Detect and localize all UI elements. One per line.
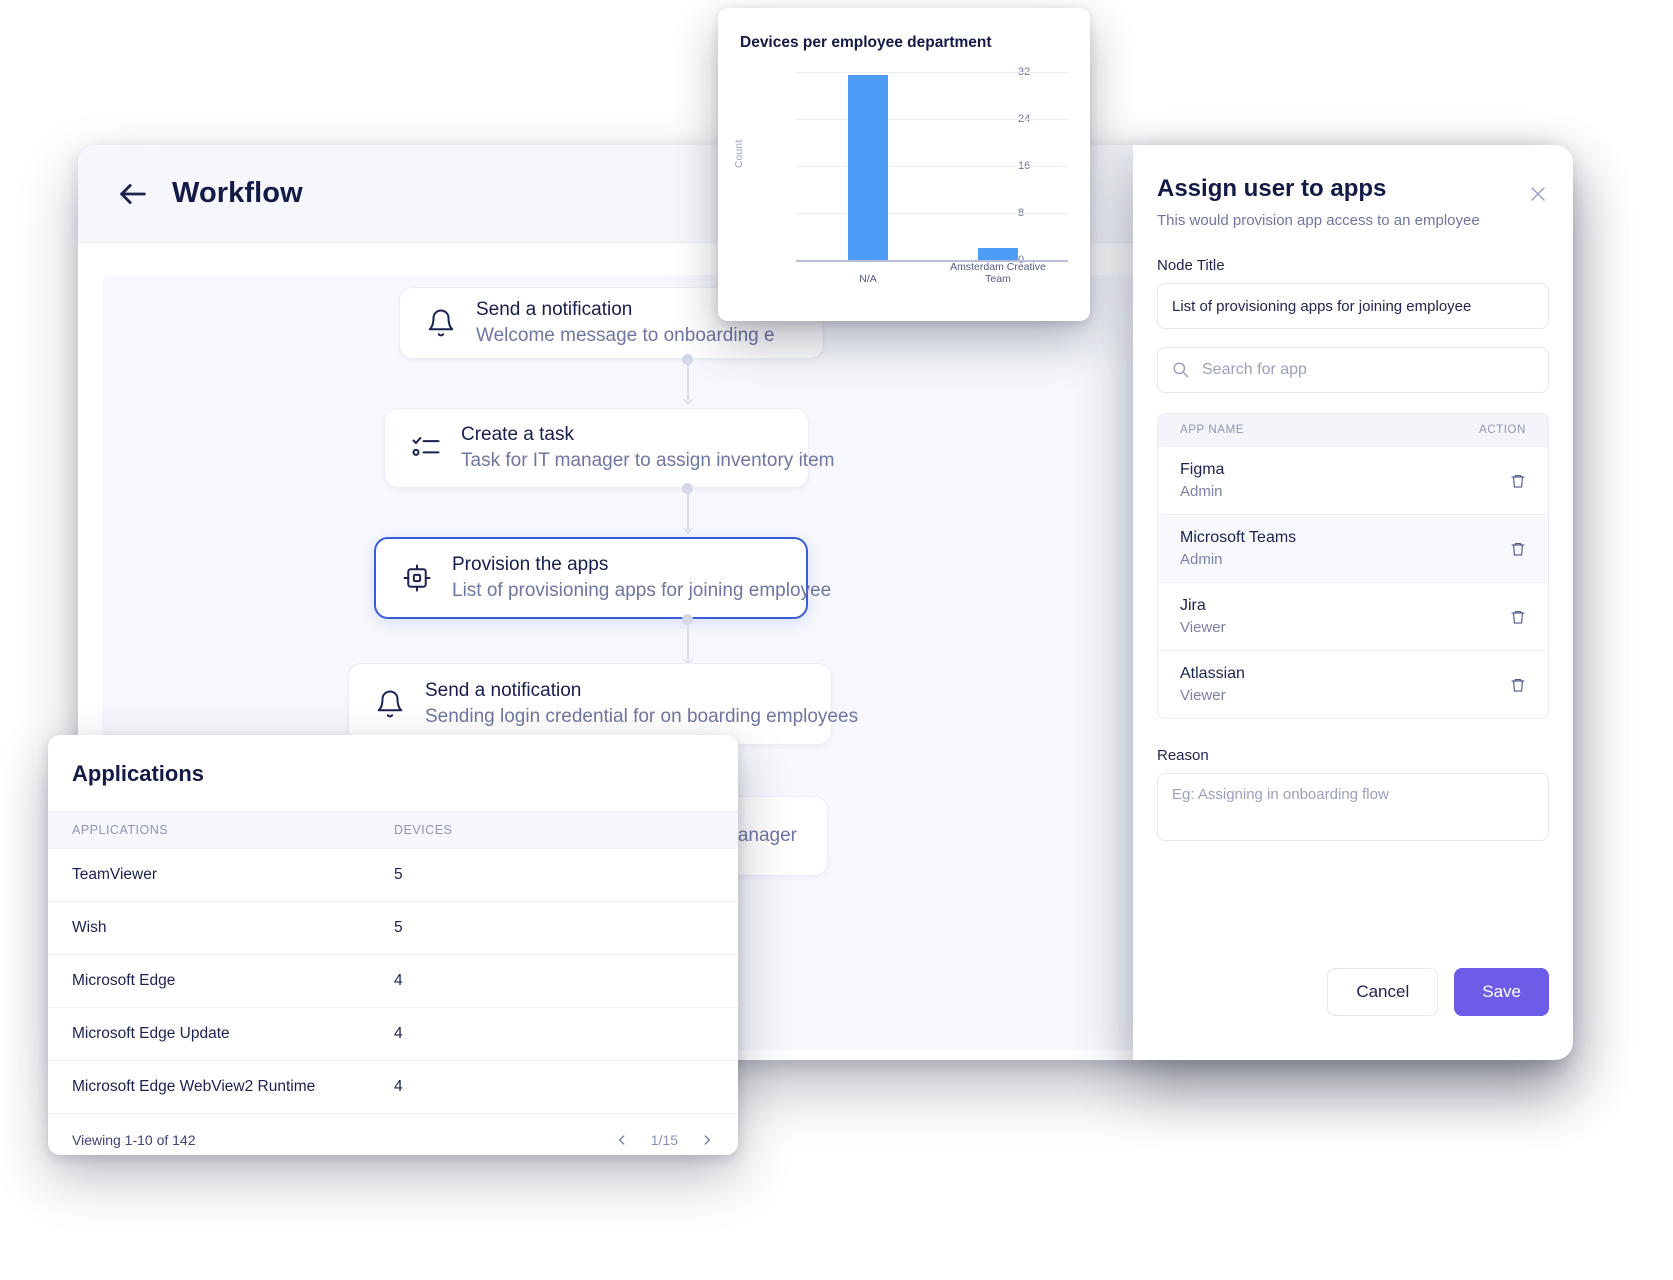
page-title: Workflow bbox=[172, 177, 303, 209]
arrow-down-icon bbox=[683, 528, 693, 534]
application-name: TeamViewer bbox=[72, 866, 158, 883]
chevron-left-icon[interactable] bbox=[615, 1133, 629, 1147]
bell-icon bbox=[377, 690, 403, 718]
screenshot-root: Workflow Send a notification Welcome mes… bbox=[0, 0, 1673, 1280]
assign-user-to-apps-drawer: Assign user to apps This would provision… bbox=[1133, 145, 1573, 1060]
column-action: ACTION bbox=[1478, 424, 1526, 436]
app-role: Admin bbox=[1180, 551, 1223, 568]
bell-icon bbox=[428, 309, 454, 337]
save-button[interactable]: Save bbox=[1454, 968, 1549, 1016]
table-row[interactable]: Figma Admin bbox=[1158, 446, 1548, 514]
applications-title: Applications bbox=[72, 761, 205, 786]
table-row[interactable]: Jira Viewer bbox=[1158, 582, 1548, 650]
page-indicator: 1/15 bbox=[650, 1132, 678, 1148]
node-subtitle: Sending login credential for on boarding… bbox=[425, 706, 859, 727]
device-count: 4 bbox=[394, 972, 403, 989]
search-field-wrapper bbox=[1157, 347, 1549, 393]
workflow-node-send-notification-2[interactable]: Send a notification Sending login creden… bbox=[348, 663, 858, 745]
node-title: Provision the apps bbox=[452, 554, 609, 575]
back-arrow-icon[interactable] bbox=[116, 177, 150, 211]
app-role: Admin bbox=[1180, 483, 1223, 500]
y-axis-label: Count bbox=[734, 139, 745, 168]
table-row[interactable]: Microsoft Edge Update 4 bbox=[48, 1008, 738, 1061]
checklist-icon bbox=[412, 437, 440, 456]
table-row[interactable]: Microsoft Edge 4 bbox=[48, 955, 738, 1008]
table-row[interactable]: TeamViewer 5 bbox=[48, 849, 738, 902]
node-title: Create a task bbox=[461, 424, 574, 445]
application-name: Microsoft Edge Update bbox=[72, 1025, 230, 1042]
app-name: Jira bbox=[1180, 597, 1206, 614]
devices-per-department-card: Devices per employee department Count 32… bbox=[718, 8, 1090, 321]
x-tick: N/A bbox=[859, 273, 877, 285]
app-name: Microsoft Teams bbox=[1180, 529, 1297, 546]
workflow-node-provision-apps[interactable]: Provision the apps List of provisioning … bbox=[374, 537, 831, 619]
workflow-node-create-task[interactable]: Create a task Task for IT manager to ass… bbox=[384, 408, 834, 488]
bar-na bbox=[848, 75, 888, 260]
gridline bbox=[796, 119, 1068, 120]
chart-title: Devices per employee department bbox=[740, 34, 992, 51]
table-row[interactable]: Microsoft Teams Admin bbox=[1158, 514, 1548, 582]
reason-textarea[interactable] bbox=[1157, 773, 1549, 841]
applications-card: Applications APPLICATIONS DEVICES TeamVi… bbox=[48, 735, 738, 1155]
plot-area: N/A Amsterdam Creative Team bbox=[796, 72, 1068, 285]
search-input[interactable] bbox=[1157, 347, 1549, 393]
node-title-input[interactable] bbox=[1157, 283, 1549, 329]
drawer-subtitle: This would provision app access to an em… bbox=[1157, 212, 1480, 229]
pagination: 1/15 bbox=[615, 1132, 714, 1148]
column-applications: APPLICATIONS bbox=[72, 823, 169, 837]
app-role: Viewer bbox=[1180, 619, 1226, 636]
table-header: APP NAME ACTION bbox=[1158, 414, 1548, 446]
table-row[interactable]: Atlassian Viewer bbox=[1158, 650, 1548, 718]
arrow-down-icon bbox=[683, 399, 693, 405]
trash-icon[interactable] bbox=[1510, 540, 1526, 558]
application-name: Wish bbox=[72, 919, 107, 936]
drawer-title: Assign user to apps bbox=[1157, 175, 1387, 202]
gridline bbox=[796, 166, 1068, 167]
column-app-name: APP NAME bbox=[1180, 424, 1245, 436]
trash-icon[interactable] bbox=[1510, 676, 1526, 694]
x-tick: Amsterdam Creative Team bbox=[950, 261, 1046, 285]
trash-icon[interactable] bbox=[1510, 472, 1526, 490]
device-count: 5 bbox=[394, 919, 403, 936]
close-icon[interactable] bbox=[1529, 185, 1547, 203]
cancel-button[interactable]: Cancel bbox=[1327, 968, 1439, 1016]
drawer-actions: Cancel Save bbox=[1327, 968, 1549, 1016]
device-count: 4 bbox=[394, 1078, 403, 1095]
app-name: Atlassian bbox=[1180, 665, 1245, 682]
table-row[interactable]: Microsoft Edge WebView2 Runtime 4 bbox=[48, 1061, 738, 1114]
chip-icon bbox=[403, 564, 431, 592]
node-title-label: Node Title bbox=[1157, 257, 1225, 274]
chevron-right-icon[interactable] bbox=[700, 1133, 714, 1147]
search-icon bbox=[1173, 362, 1189, 378]
bar-chart: Count 32 24 16 8 0 N/A Amsterdam Creativ… bbox=[734, 66, 1068, 290]
device-count: 5 bbox=[394, 866, 403, 883]
gridline bbox=[796, 213, 1068, 214]
device-count: 4 bbox=[394, 1025, 403, 1042]
application-name: Microsoft Edge bbox=[72, 972, 176, 989]
reason-label: Reason bbox=[1157, 747, 1209, 764]
application-name: Microsoft Edge WebView2 Runtime bbox=[72, 1078, 316, 1095]
column-devices: DEVICES bbox=[394, 823, 453, 837]
assigned-apps-table: APP NAME ACTION Figma Admin Microsoft Te… bbox=[1157, 413, 1549, 719]
viewing-summary: Viewing 1-10 of 142 bbox=[72, 1132, 196, 1148]
gridline bbox=[796, 72, 1068, 73]
node-title: Send a notification bbox=[425, 680, 582, 701]
applications-table-header: APPLICATIONS DEVICES bbox=[48, 811, 738, 849]
app-role: Viewer bbox=[1180, 687, 1226, 704]
applications-footer: Viewing 1-10 of 142 1/15 bbox=[48, 1114, 738, 1155]
node-subtitle: Task for IT manager to assign inventory … bbox=[461, 450, 835, 471]
node-subtitle: Welcome message to onboarding e bbox=[476, 325, 775, 346]
trash-icon[interactable] bbox=[1510, 608, 1526, 626]
table-row[interactable]: Wish 5 bbox=[48, 902, 738, 955]
app-name: Figma bbox=[1180, 461, 1225, 478]
bar-amsterdam-creative-team bbox=[978, 248, 1018, 260]
node-subtitle: List of provisioning apps for joining em… bbox=[452, 580, 832, 601]
